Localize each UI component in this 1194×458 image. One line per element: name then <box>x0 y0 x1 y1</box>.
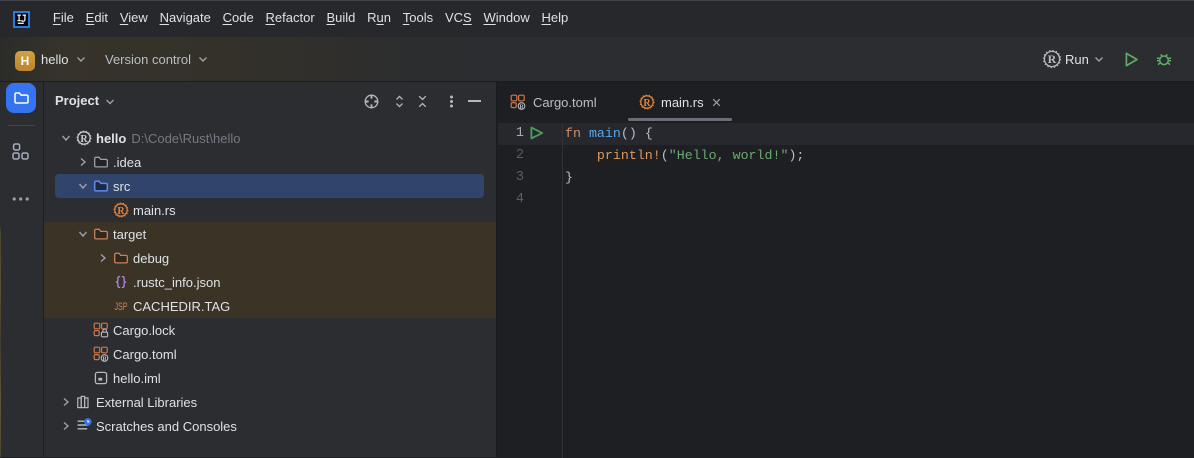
svg-text:JSP: JSP <box>115 301 128 313</box>
svg-text:R: R <box>519 104 524 110</box>
svg-text:R: R <box>1048 52 1057 66</box>
svg-text:R: R <box>102 356 107 362</box>
svg-text:R: R <box>80 134 88 145</box>
svg-text:R: R <box>117 206 125 217</box>
svg-text:R: R <box>643 98 651 109</box>
